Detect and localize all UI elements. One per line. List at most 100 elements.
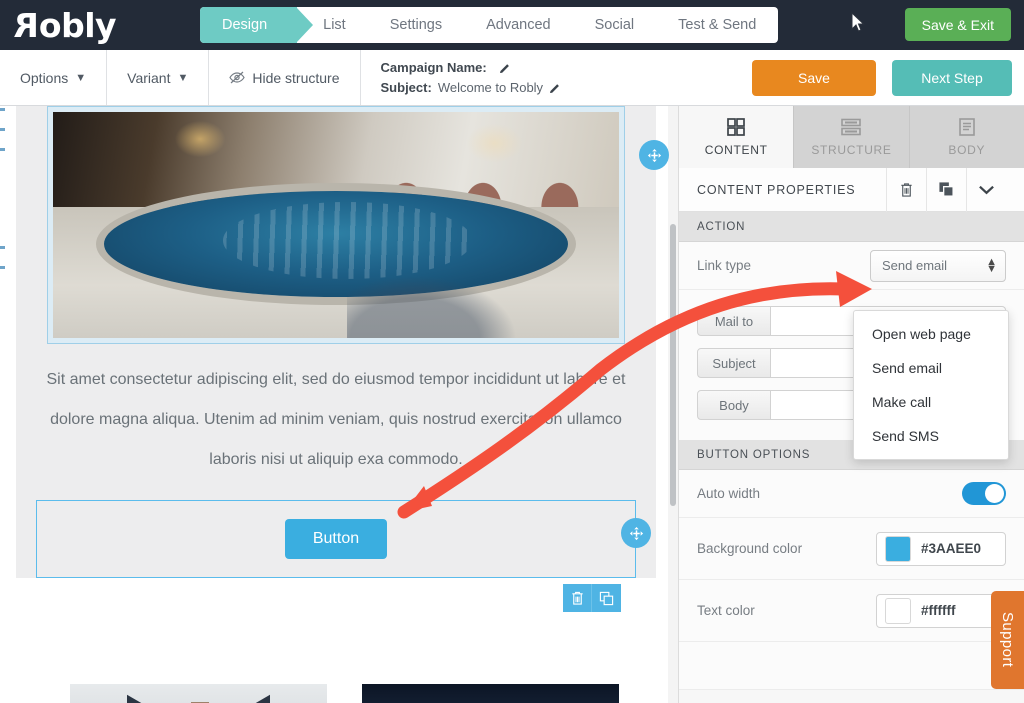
- tab-structure-label: STRUCTURE: [811, 143, 892, 157]
- mail-to-label: Mail to: [697, 306, 771, 336]
- panel-tabs: CONTENT STRUCTURE BODY: [679, 106, 1024, 168]
- text-content-block[interactable]: Sit amet consectetur adipiscing elit, se…: [16, 344, 656, 488]
- image-block-drag-handle[interactable]: [639, 140, 669, 170]
- rows-icon: [841, 118, 862, 136]
- mouse-cursor-icon: [851, 12, 865, 32]
- dropdown-option-open-web-page[interactable]: Open web page: [854, 317, 1008, 351]
- support-tab-button[interactable]: Support: [991, 591, 1024, 689]
- duplicate-icon: [939, 182, 954, 197]
- robly-logo: Robly: [0, 0, 196, 50]
- nav-tab-settings-label: Settings: [389, 17, 443, 33]
- hide-structure-label: Hide structure: [252, 69, 340, 86]
- link-type-label: Link type: [697, 258, 752, 273]
- link-type-row: Link type Send email ▲ ▼: [679, 242, 1024, 290]
- auto-width-label: Auto width: [697, 486, 761, 501]
- edit-pencil-icon[interactable]: [549, 82, 561, 94]
- house-thumbnail-image[interactable]: [70, 684, 327, 703]
- auto-width-row: Auto width: [679, 470, 1024, 518]
- text-color-hex: #ffffff: [921, 603, 956, 618]
- campaign-info: Campaign Name: Subject: Welcome to Robly: [361, 50, 752, 105]
- text-color-picker[interactable]: #ffffff: [876, 593, 1006, 628]
- duplicate-content-button[interactable]: [926, 167, 966, 212]
- top-navigation-bar: Robly Design List Settings Advanced Soci…: [0, 0, 1024, 50]
- nav-tab-design-label: Design: [222, 17, 268, 33]
- button-options-label: BUTTON OPTIONS: [697, 448, 811, 461]
- nav-tab-settings[interactable]: Settings: [368, 7, 464, 43]
- subject-row: Subject: Welcome to Robly: [381, 80, 752, 95]
- nav-tab-test-and-send[interactable]: Test & Send: [656, 7, 778, 43]
- additional-options-row: [679, 642, 1024, 690]
- chevron-down-icon: ▼: [75, 71, 87, 84]
- tab-content[interactable]: CONTENT: [679, 106, 795, 168]
- body-paragraph: Sit amet consectetur adipiscing elit, se…: [46, 371, 626, 468]
- action-section-header: ACTION: [679, 212, 1024, 242]
- subject-label: Subject:: [380, 80, 432, 95]
- delete-content-button[interactable]: [886, 167, 926, 212]
- select-stepper-icon: ▲ ▼: [986, 256, 997, 275]
- variant-menu[interactable]: Variant ▼: [107, 50, 210, 105]
- block-action-buttons: [563, 584, 621, 612]
- eye-slash-icon: [229, 71, 246, 84]
- tab-body[interactable]: BODY: [910, 106, 1024, 168]
- auto-width-toggle-wrap: [962, 482, 1006, 505]
- chevron-down-icon: ▼: [177, 71, 189, 84]
- text-color-ctl-wrap: #ffffff: [876, 593, 1006, 628]
- canvas-scrollbar-thumb[interactable]: [670, 224, 676, 506]
- text-color-swatch: [885, 597, 911, 624]
- villa-thumbnail-image[interactable]: [362, 684, 619, 703]
- next-step-button[interactable]: Next Step: [892, 59, 1012, 96]
- next-row-images[interactable]: [16, 654, 656, 703]
- subject-label: Subject: [697, 348, 771, 378]
- button-content-block[interactable]: Button: [36, 500, 651, 612]
- link-type-dropdown-menu[interactable]: Open web page Send email Make call Send …: [853, 310, 1009, 460]
- duplicate-icon: [599, 591, 614, 605]
- background-color-label: Background color: [697, 541, 803, 556]
- grid-icon: [727, 118, 746, 136]
- nav-tab-list-label: List: [323, 17, 346, 33]
- nav-tab-advanced-label: Advanced: [486, 17, 551, 33]
- options-label: Options: [20, 69, 69, 86]
- auto-width-toggle[interactable]: [962, 482, 1006, 505]
- dropdown-option-send-email[interactable]: Send email: [854, 351, 1008, 385]
- support-label: Support: [999, 612, 1016, 668]
- nav-tab-test-send-label: Test & Send: [678, 17, 757, 33]
- dropdown-option-send-sms[interactable]: Send SMS: [854, 419, 1008, 453]
- main-nav-tabs: Design List Settings Advanced Social Tes…: [200, 7, 779, 43]
- content-properties-header: CONTENT PROPERTIES: [679, 167, 1024, 212]
- background-color-ctl-wrap: #3AAEE0: [876, 531, 1006, 566]
- document-icon: [959, 118, 975, 136]
- email-canvas[interactable]: Sit amet consectetur adipiscing elit, se…: [8, 106, 672, 703]
- background-color-row: Background color #3AAEE0: [679, 518, 1024, 580]
- options-menu[interactable]: Options ▼: [0, 50, 108, 105]
- tab-structure[interactable]: STRUCTURE: [794, 106, 910, 168]
- link-type-select[interactable]: Send email ▲ ▼: [870, 249, 1006, 282]
- nav-tab-social[interactable]: Social: [573, 7, 657, 43]
- left-edge-strip: [0, 106, 8, 703]
- image-content-block[interactable]: [47, 106, 669, 344]
- email-cta-button[interactable]: Button: [284, 519, 388, 559]
- content-properties-actions: [886, 167, 1006, 212]
- campaign-name-label: Campaign Name:: [380, 60, 487, 75]
- toolbar-actions: Save Next Step: [752, 50, 1024, 105]
- logo-text: Robly: [14, 5, 117, 45]
- move-arrows-icon: [647, 148, 661, 162]
- save-button[interactable]: Save: [752, 59, 876, 96]
- delete-block-button[interactable]: [563, 584, 592, 612]
- edit-pencil-icon[interactable]: [499, 62, 511, 74]
- collapse-panel-button[interactable]: [966, 167, 1006, 212]
- dropdown-option-make-call[interactable]: Make call: [854, 385, 1008, 419]
- toggle-knob: [985, 484, 1004, 503]
- nav-tab-advanced[interactable]: Advanced: [464, 7, 573, 43]
- hide-structure-button[interactable]: Hide structure: [209, 50, 361, 105]
- nav-tab-design[interactable]: Design: [200, 7, 314, 43]
- background-color-hex: #3AAEE0: [921, 541, 982, 556]
- background-color-picker[interactable]: #3AAEE0: [876, 531, 1006, 566]
- link-type-value: Send email: [882, 258, 948, 273]
- save-and-exit-button[interactable]: Save & Exit: [904, 8, 1011, 41]
- chevron-down-icon: [979, 185, 994, 194]
- duplicate-block-button[interactable]: [592, 584, 621, 612]
- tab-content-label: CONTENT: [704, 143, 768, 157]
- campaign-name-row: Campaign Name:: [381, 60, 752, 75]
- button-block-drag-handle[interactable]: [621, 518, 651, 548]
- canvas-scrollbar[interactable]: [668, 106, 678, 703]
